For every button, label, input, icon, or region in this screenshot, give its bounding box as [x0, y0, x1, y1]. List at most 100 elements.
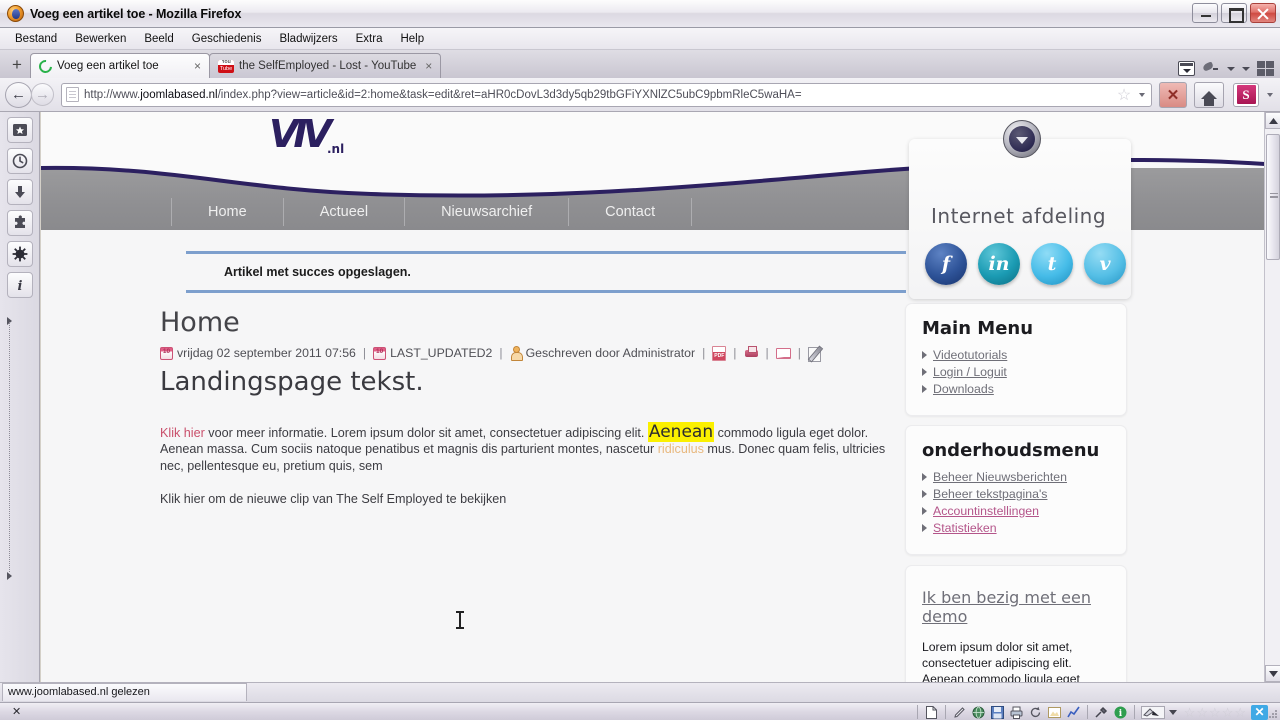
nav-actueel[interactable]: Actueel	[284, 198, 406, 226]
link-demo[interactable]: Ik ben bezig met een demo	[922, 588, 1110, 626]
nav-home[interactable]: Home	[171, 198, 284, 226]
edit-pencil-icon[interactable]	[807, 346, 823, 362]
article-created-date: vrijdag 02 september 2011 07:56	[177, 346, 356, 361]
close-icon[interactable]: ×	[421, 59, 432, 73]
new-tab-button[interactable]: +	[4, 53, 30, 77]
link-downloads[interactable]: Downloads	[933, 382, 994, 396]
pointer-pen-icon[interactable]	[1139, 704, 1167, 720]
resize-grip[interactable]	[1268, 709, 1278, 719]
menu-bewerken[interactable]: Bewerken	[67, 30, 134, 48]
module-onderhoudsmenu: onderhoudsmenu Beheer Nieuwsberichten Be…	[905, 425, 1127, 555]
gear-star-icon[interactable]	[6, 241, 33, 267]
list-item[interactable]: Videotutorials	[922, 348, 1110, 362]
email-icon[interactable]	[775, 347, 791, 359]
print-icon[interactable]	[744, 346, 759, 360]
module-demo: Ik ben bezig met een demo Lorem ipsum do…	[905, 565, 1127, 682]
tools-icon[interactable]	[1092, 704, 1111, 720]
menu-help[interactable]: Help	[392, 30, 432, 48]
url-bar[interactable]: http://www.joomlabased.nl/index.php?view…	[61, 82, 1152, 107]
star-icon-3[interactable]: ☆	[1209, 706, 1221, 719]
pdf-icon[interactable]	[712, 345, 727, 361]
image-icon[interactable]	[1045, 704, 1064, 720]
star-icon-2[interactable]: ☆	[1196, 706, 1208, 719]
taskbar-close-button[interactable]: ✕	[0, 705, 31, 718]
close-x-button[interactable]: ✕	[1251, 704, 1268, 720]
sidebar-collapse-down-icon[interactable]	[7, 572, 12, 580]
chevron-down-icon-extension[interactable]	[1267, 92, 1273, 97]
menu-extra[interactable]: Extra	[348, 30, 391, 48]
chart-icon[interactable]	[1064, 704, 1083, 720]
window-controls	[1192, 3, 1276, 23]
list-item[interactable]: Statistieken	[922, 521, 1110, 535]
addons-puzzle-icon[interactable]	[6, 210, 33, 236]
home-button[interactable]	[1194, 81, 1224, 108]
list-item[interactable]: Downloads	[922, 382, 1110, 396]
article-meta: vrijdag 02 september 2011 07:56 | LAST_U…	[160, 343, 900, 362]
chevron-down-icon[interactable]	[1139, 92, 1145, 97]
extension-button[interactable]: S	[1233, 82, 1259, 107]
page-favicon-icon	[66, 87, 79, 102]
list-item[interactable]: Accountinstellingen	[922, 504, 1110, 518]
list-all-tabs-icon[interactable]	[1178, 61, 1195, 76]
save-disk-icon[interactable]	[988, 704, 1007, 720]
page-scrollbar[interactable]	[1264, 112, 1280, 682]
download-arrow-icon[interactable]	[6, 179, 33, 205]
link-statistieken[interactable]: Statistieken	[933, 521, 997, 535]
info-icon[interactable]: i	[6, 272, 33, 298]
menu-bladwijzers[interactable]: Bladwijzers	[271, 30, 345, 48]
tab-label: Voeg een artikel toe	[57, 60, 159, 72]
list-item[interactable]: Beheer tekstpagina's	[922, 487, 1110, 501]
forward-button[interactable]: →	[31, 83, 54, 106]
printer-icon[interactable]	[1007, 704, 1026, 720]
tab-voeg-een-artikel-toe[interactable]: Voeg een artikel toe ×	[30, 53, 210, 78]
chevron-down-icon[interactable]	[1227, 66, 1235, 71]
link-beheer-tekstpaginas[interactable]: Beheer tekstpagina's	[933, 487, 1047, 501]
list-item[interactable]: Beheer Nieuwsberichten	[922, 470, 1110, 484]
menu-geschiedenis[interactable]: Geschiedenis	[184, 30, 270, 48]
tabbar: + Voeg een artikel toe × the SelfEmploye…	[0, 50, 1280, 78]
stop-button[interactable]: ✕	[1159, 81, 1187, 108]
menu-bestand[interactable]: Bestand	[7, 30, 65, 48]
nav-nieuwsarchief[interactable]: Nieuwsarchief	[405, 198, 570, 226]
chevron-down-icon-2[interactable]	[1242, 66, 1250, 71]
twitter-icon[interactable]: t	[1031, 243, 1073, 285]
link-videotutorials[interactable]: Videotutorials	[933, 348, 1007, 362]
star-icon-5[interactable]: ☆	[1234, 706, 1246, 719]
sidebar-splitter[interactable]	[9, 322, 18, 572]
bookmark-star-icon[interactable]: ☆	[1114, 85, 1134, 105]
site-logo[interactable]: VIV.nl	[269, 112, 344, 156]
link-beheer-nieuwsberichten[interactable]: Beheer Nieuwsberichten	[933, 470, 1067, 484]
link-accountinstellingen[interactable]: Accountinstellingen	[933, 504, 1039, 518]
minimize-button[interactable]	[1192, 3, 1218, 23]
back-button[interactable]: ←	[5, 81, 32, 108]
facebook-icon[interactable]: f	[925, 243, 967, 285]
list-item[interactable]: Login / Loguit	[922, 365, 1110, 379]
history-clock-icon[interactable]	[6, 148, 33, 174]
klik-hier-link[interactable]: Klik hier	[160, 426, 205, 440]
bookmark-star-icon[interactable]	[6, 117, 33, 143]
tab-youtube[interactable]: the SelfEmployed - Lost - YouTube ×	[209, 53, 442, 78]
chevron-down-icon[interactable]	[1167, 704, 1179, 720]
close-button[interactable]	[1250, 3, 1276, 23]
grid-view-icon[interactable]	[1257, 61, 1274, 76]
menu-beeld[interactable]: Beeld	[136, 30, 181, 48]
rating-stars[interactable]: ☆ ☆ ☆ ☆ ☆	[1184, 706, 1246, 719]
globe-icon[interactable]	[969, 704, 988, 720]
info-circle-icon[interactable]: i	[1111, 704, 1130, 720]
scroll-down-icon[interactable]	[1265, 665, 1280, 682]
link-login-loguit[interactable]: Login / Loguit	[933, 365, 1007, 379]
site-navigation: Home Actueel Nieuwsarchief Contact	[171, 198, 693, 226]
linkedin-icon[interactable]: in	[978, 243, 1020, 285]
star-icon-1[interactable]: ☆	[1184, 706, 1196, 719]
close-icon[interactable]: ×	[190, 59, 201, 73]
new-document-icon[interactable]	[922, 704, 941, 720]
pen-icon[interactable]	[950, 704, 969, 720]
scroll-up-icon[interactable]	[1265, 112, 1280, 129]
nav-contact[interactable]: Contact	[569, 198, 693, 226]
feather-icon[interactable]	[1202, 61, 1220, 76]
star-icon-4[interactable]: ☆	[1222, 706, 1234, 719]
scrollbar-thumb[interactable]	[1266, 134, 1280, 260]
refresh-icon[interactable]	[1026, 704, 1045, 720]
maximize-button[interactable]	[1221, 3, 1247, 23]
vimeo-icon[interactable]: v	[1084, 243, 1126, 285]
